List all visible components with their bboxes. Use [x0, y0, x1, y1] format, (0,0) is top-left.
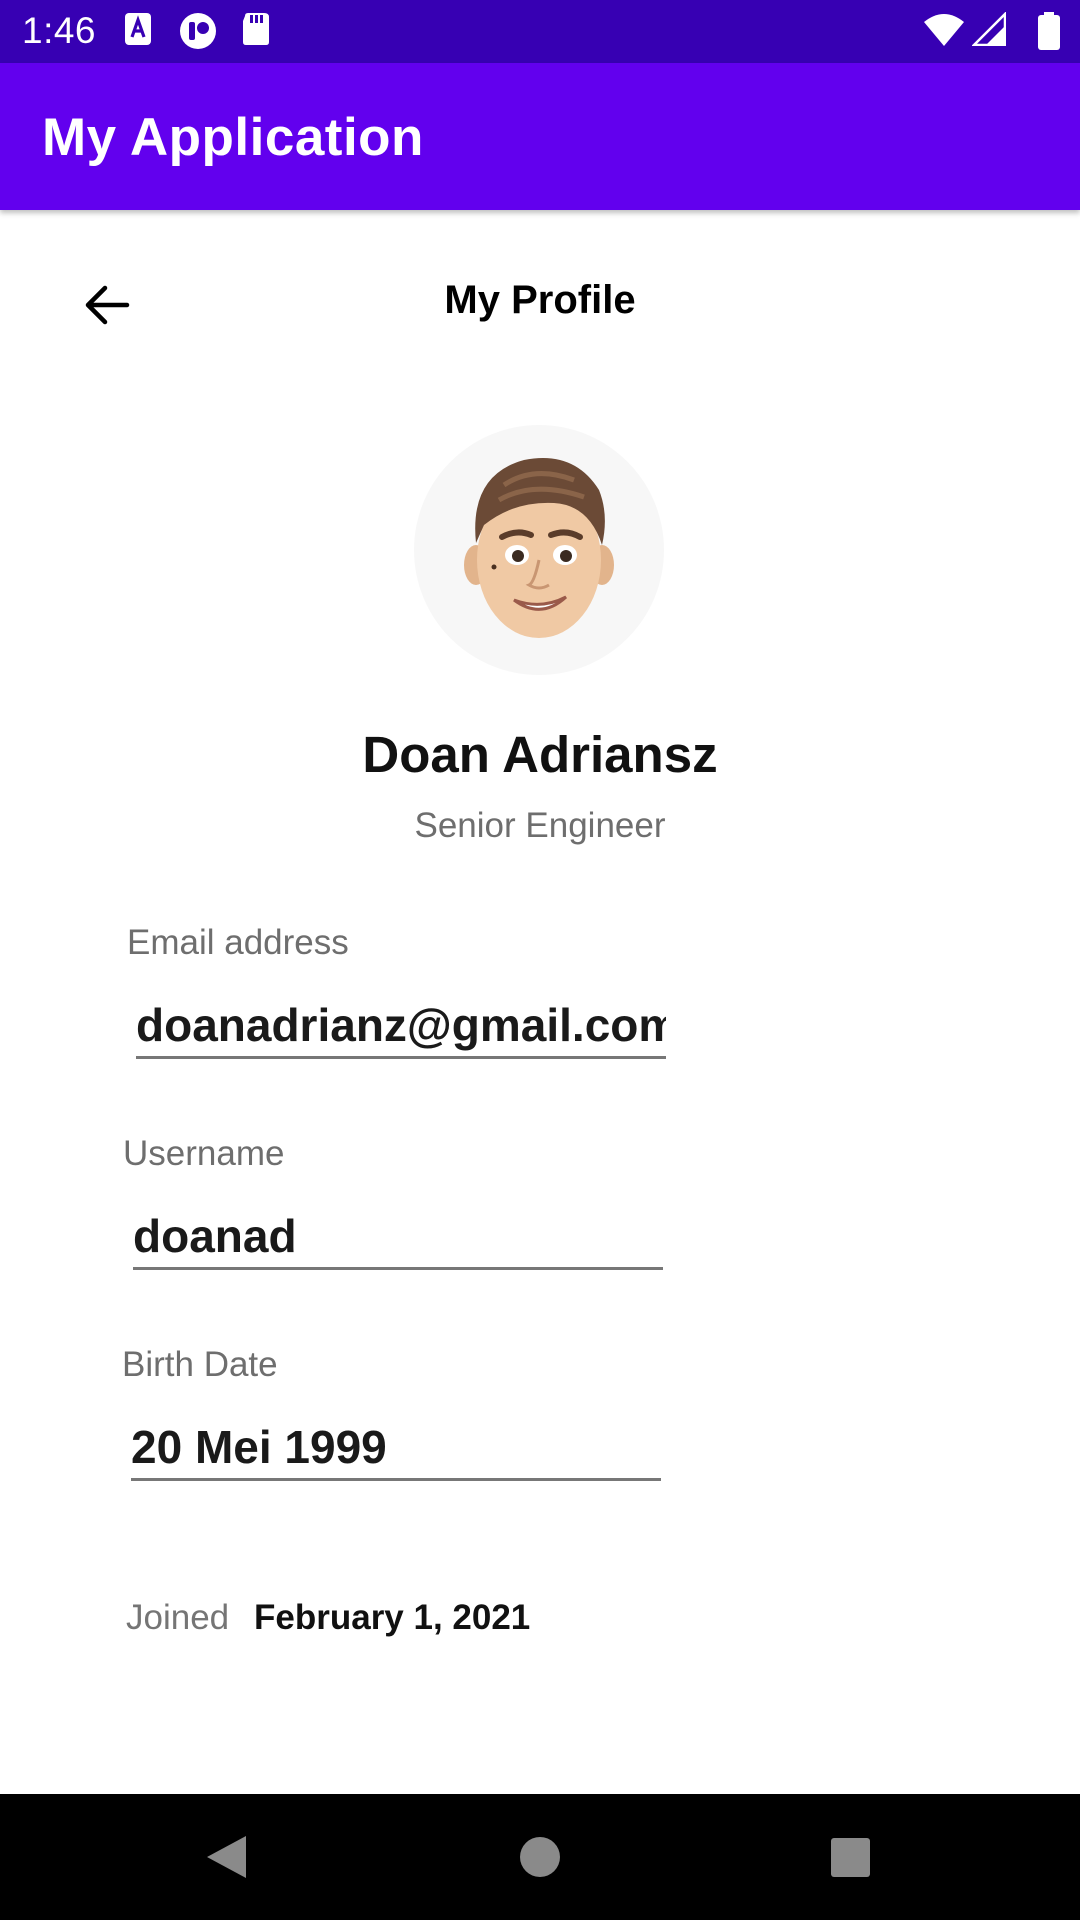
username-field[interactable]: doanad	[133, 1205, 663, 1270]
email-label: Email address	[127, 923, 349, 962]
recents-square-icon	[831, 1838, 870, 1877]
notification-app-icon	[179, 12, 217, 55]
app-bar: My Application	[0, 63, 1080, 210]
avatar	[414, 425, 664, 675]
nav-recents-button[interactable]	[800, 1794, 900, 1920]
sd-card-icon	[242, 12, 270, 51]
nav-home-button[interactable]	[490, 1794, 590, 1920]
app-title: My Application	[42, 108, 424, 167]
profile-role: Senior Engineer	[414, 806, 666, 845]
status-time: 1:46	[22, 10, 97, 51]
birth-date-field[interactable]: 20 Mei 1999	[131, 1416, 661, 1481]
status-bar: 1:46	[0, 0, 1080, 63]
email-field[interactable]: doanadrianz@gmail.com	[136, 994, 666, 1059]
wifi-icon	[924, 12, 964, 51]
system-nav-bar	[0, 1794, 1080, 1920]
birth-date-label: Birth Date	[122, 1345, 278, 1384]
username-label: Username	[123, 1134, 285, 1173]
cell-signal-icon	[970, 10, 1007, 51]
accessibility-icon	[124, 12, 152, 51]
page-title: My Profile	[444, 278, 636, 322]
profile-name: Doan Adriansz	[362, 726, 718, 783]
home-circle-icon	[520, 1837, 560, 1877]
joined-label: Joined	[126, 1598, 230, 1637]
battery-icon	[1038, 12, 1060, 55]
joined-date: February 1, 2021	[254, 1598, 531, 1637]
nav-back-button[interactable]	[180, 1794, 280, 1920]
status-right-icons	[920, 0, 1080, 63]
back-triangle-icon	[207, 1836, 246, 1878]
